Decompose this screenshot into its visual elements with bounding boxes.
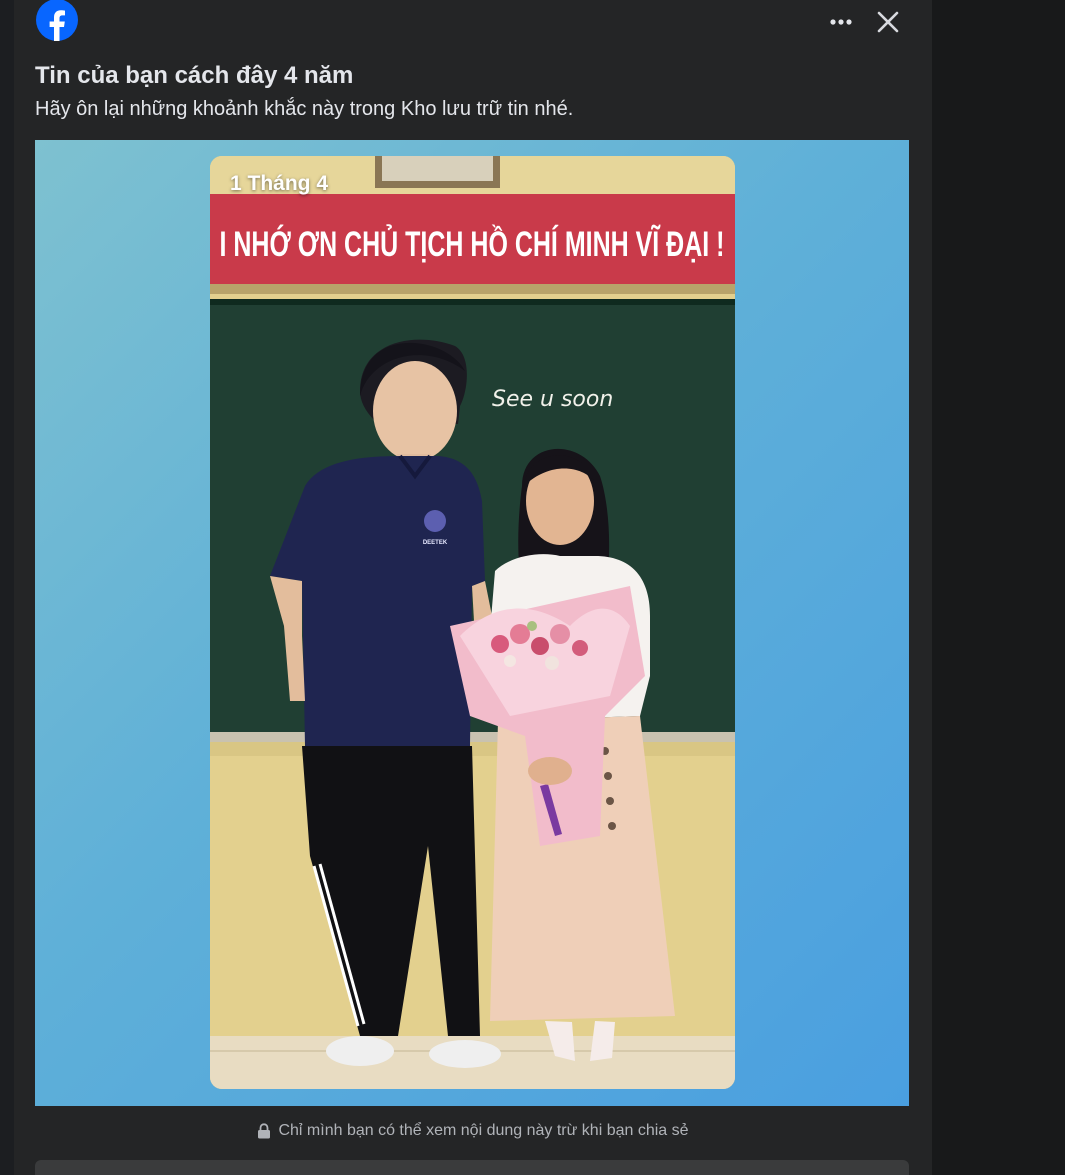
close-icon (877, 11, 899, 33)
close-button[interactable] (872, 6, 904, 38)
more-options-button[interactable] (824, 8, 858, 36)
bottom-action-button[interactable] (35, 1160, 909, 1175)
lock-icon (258, 1123, 271, 1139)
background-strip (0, 0, 14, 1175)
more-options-icon (830, 19, 852, 25)
privacy-notice: Chỉ mình bạn có thể xem nội dung này trừ… (14, 1122, 932, 1140)
board-text: See u soon (492, 387, 613, 412)
privacy-text: Chỉ mình bạn có thể xem nội dung này trừ… (278, 1122, 689, 1139)
background-area (932, 0, 1065, 1175)
facebook-logo-icon[interactable] (35, 0, 79, 42)
story-date: 1 Tháng 4 (230, 172, 329, 195)
story-preview-area: I NHỚ ƠN CHỦ TỊCH HỒ CHÍ MINH VĨ ĐẠI ! S… (35, 140, 909, 1106)
story-photo[interactable]: I NHỚ ƠN CHỦ TỊCH HỒ CHÍ MINH VĨ ĐẠI ! S… (210, 156, 735, 1089)
dialog-subtitle: Hãy ôn lại những khoảnh khắc này trong K… (35, 98, 574, 120)
shirt-logo-text: DEETEK (423, 540, 448, 546)
memory-dialog: Tin của bạn cách đây 4 năm Hãy ôn lại nh… (14, 0, 932, 1175)
dialog-title: Tin của bạn cách đây 4 năm (35, 62, 354, 89)
story-image: I NHỚ ƠN CHỦ TỊCH HỒ CHÍ MINH VĨ ĐẠI ! S… (210, 156, 735, 1089)
banner-text: I NHỚ ƠN CHỦ TỊCH HỒ CHÍ MINH VĨ ĐẠI ! (220, 224, 725, 264)
